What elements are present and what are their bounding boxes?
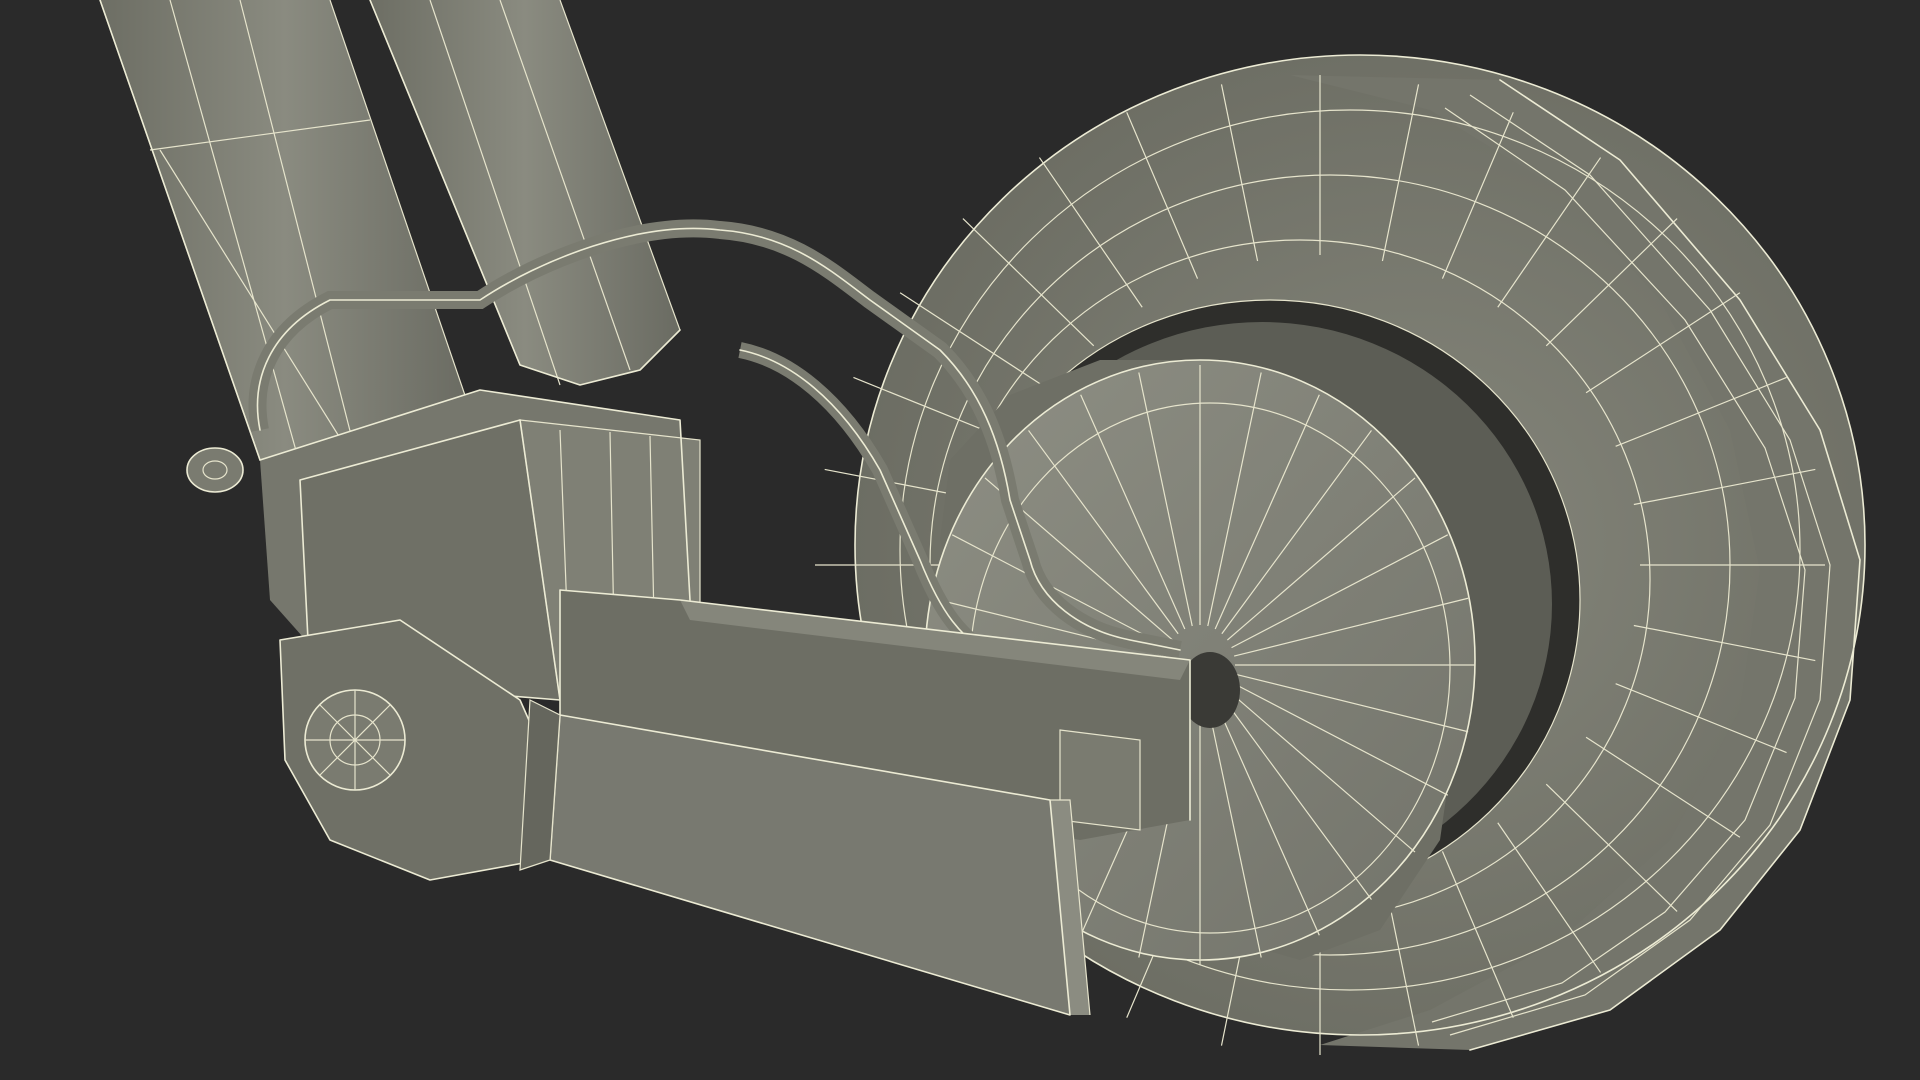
bolt-eyelet [186, 447, 244, 493]
3d-viewport[interactable] [0, 0, 1920, 1080]
wireframe-scene [99, 0, 1866, 1055]
